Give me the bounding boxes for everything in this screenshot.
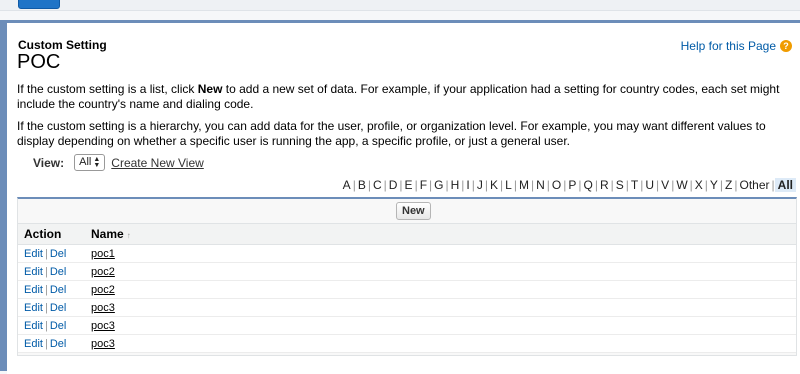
top-band <box>0 0 800 11</box>
row-name: poc1 <box>85 244 796 263</box>
action-separator: | <box>44 247 48 260</box>
alphabet-filter-all[interactable]: All <box>774 178 796 192</box>
edit-link[interactable]: Edit <box>24 320 43 332</box>
record-name-link[interactable]: poc2 <box>91 266 115 278</box>
row-name: poc2 <box>85 262 796 281</box>
alphabet-filter-z[interactable]: Z <box>723 178 734 192</box>
edit-link[interactable]: Edit <box>24 302 43 314</box>
action-separator: | <box>44 265 48 278</box>
intro-text: If the custom setting is a list, click <box>17 82 198 96</box>
delete-link[interactable]: Del <box>50 320 67 332</box>
delete-link[interactable]: Del <box>50 248 67 260</box>
alphabet-filter-v[interactable]: V <box>659 178 671 192</box>
alphabet-filter: A | B | C | D | E | F | G | H | I | J | K | L | M | N | O | P | Q | R | S | T |… <box>341 178 796 192</box>
alphabet-filter-k[interactable]: K <box>488 178 500 192</box>
action-separator: | <box>44 301 48 314</box>
alphabet-filter-other[interactable]: Other <box>738 178 772 192</box>
alphabet-filter-x[interactable]: X <box>693 178 705 192</box>
action-separator: | <box>44 283 48 296</box>
column-header-name[interactable]: Name ↑ <box>85 224 796 245</box>
view-label: View: <box>33 155 65 170</box>
view-select-value: All <box>79 156 92 168</box>
alphabet-filter-y[interactable]: Y <box>708 178 720 192</box>
intro-paragraph-list: If the custom setting is a list, click N… <box>17 82 792 112</box>
alphabet-filter-s[interactable]: S <box>614 178 626 192</box>
row-actions: Edit | Del <box>18 244 85 263</box>
row-actions: Edit | Del <box>18 316 85 335</box>
row-actions: Edit | Del <box>18 334 85 353</box>
records-list: New Action Name ↑ Edit | Del poc1 Edit | Del poc… <box>17 197 797 356</box>
alphabet-filter-t[interactable]: T <box>629 178 640 192</box>
row-actions: Edit | Del <box>18 280 85 299</box>
alphabet-filter-u[interactable]: U <box>643 178 656 192</box>
intro-paragraph-hierarchy: If the custom setting is a hierarchy, yo… <box>17 119 766 148</box>
alphabet-filter-a[interactable]: A <box>341 178 353 192</box>
edit-link[interactable]: Edit <box>24 248 43 260</box>
row-name: poc3 <box>85 298 796 317</box>
left-accent-bar <box>0 20 7 371</box>
column-header-name-label: Name <box>91 227 124 241</box>
record-name-link[interactable]: poc3 <box>91 302 115 314</box>
intro-new-keyword: New <box>197 82 223 96</box>
action-separator: | <box>44 337 48 350</box>
alphabet-filter-f[interactable]: F <box>418 178 429 192</box>
table-row: Edit | Del poc2 <box>18 280 796 299</box>
column-header-action: Action <box>18 224 85 245</box>
row-name: poc3 <box>85 334 796 353</box>
alphabet-filter-m[interactable]: M <box>517 178 531 192</box>
list-button-row: New <box>18 199 796 224</box>
edit-link[interactable]: Edit <box>24 266 43 278</box>
help-link-group[interactable]: Help for this Page ? <box>681 39 792 53</box>
table-row: Edit | Del poc2 <box>18 262 796 281</box>
action-separator: | <box>44 319 48 332</box>
select-arrows-icon: ▲ ▼ <box>93 155 101 169</box>
alphabet-filter-b[interactable]: B <box>356 178 368 192</box>
table-header-row: Action Name ↑ <box>18 224 796 245</box>
question-icon[interactable]: ? <box>780 40 792 52</box>
records-table: Action Name ↑ Edit | Del poc1 Edit | Del poc2 Edi… <box>18 224 796 353</box>
alphabet-filter-o[interactable]: O <box>550 178 563 192</box>
record-name-link[interactable]: poc3 <box>91 320 115 332</box>
create-new-view-link[interactable]: Create New View <box>111 156 203 170</box>
alphabet-filter-c[interactable]: C <box>371 178 384 192</box>
delete-link[interactable]: Del <box>50 338 67 350</box>
alphabet-filter-l[interactable]: L <box>503 178 514 192</box>
table-row: Edit | Del poc3 <box>18 298 796 317</box>
new-button[interactable]: New <box>396 202 431 220</box>
row-actions: Edit | Del <box>18 262 85 281</box>
record-name-link[interactable]: poc3 <box>91 338 115 350</box>
page-title: POC <box>17 51 61 73</box>
record-name-link[interactable]: poc2 <box>91 284 115 296</box>
row-name: poc3 <box>85 316 796 335</box>
top-button[interactable] <box>18 0 60 9</box>
page-subtitle: Custom Setting <box>18 38 107 52</box>
table-row: Edit | Del poc3 <box>18 334 796 353</box>
alphabet-filter-g[interactable]: G <box>432 178 445 192</box>
view-row: View: All ▲ ▼ Create New View <box>33 154 204 171</box>
delete-link[interactable]: Del <box>50 302 67 314</box>
edit-link[interactable]: Edit <box>24 338 43 350</box>
alphabet-filter-d[interactable]: D <box>387 178 400 192</box>
delete-link[interactable]: Del <box>50 284 67 296</box>
alphabet-filter-r[interactable]: R <box>598 178 611 192</box>
table-row: Edit | Del poc3 <box>18 316 796 335</box>
table-row: Edit | Del poc1 <box>18 244 796 263</box>
alphabet-filter-w[interactable]: W <box>674 178 689 192</box>
view-select[interactable]: All ▲ ▼ <box>74 154 106 171</box>
alphabet-filter-n[interactable]: N <box>534 178 547 192</box>
custom-setting-panel: Custom Setting POC Help for this Page ? … <box>7 20 800 374</box>
alphabet-filter-p[interactable]: P <box>566 178 578 192</box>
alphabet-filter-h[interactable]: H <box>449 178 462 192</box>
alphabet-filter-i[interactable]: I <box>464 178 471 192</box>
help-link[interactable]: Help for this Page <box>681 39 776 53</box>
sort-ascending-icon: ↑ <box>126 231 131 240</box>
record-name-link[interactable]: poc1 <box>91 248 115 260</box>
delete-link[interactable]: Del <box>50 266 67 278</box>
alphabet-filter-j[interactable]: J <box>475 178 485 192</box>
edit-link[interactable]: Edit <box>24 284 43 296</box>
alphabet-filter-e[interactable]: E <box>403 178 415 192</box>
alphabet-filter-q[interactable]: Q <box>582 178 595 192</box>
row-actions: Edit | Del <box>18 298 85 317</box>
row-name: poc2 <box>85 280 796 299</box>
